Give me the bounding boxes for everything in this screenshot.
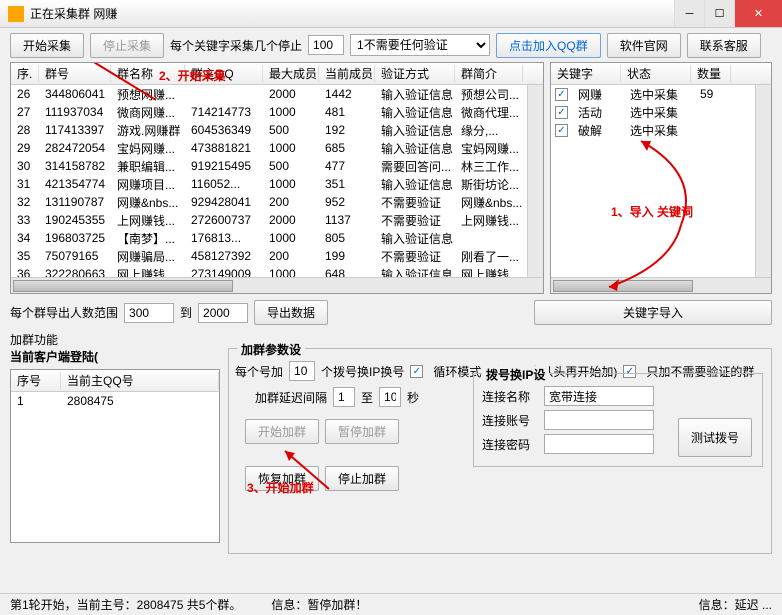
start-join-button[interactable]: 开始加群 <box>245 419 319 444</box>
ip-groupbox: 拨号换IP设 连接名称 连接账号 测试拨号 连接密码 <box>473 373 763 467</box>
keyword-import-button[interactable]: 关键字导入 <box>534 300 772 325</box>
table-row[interactable]: 26344806041预想网赚...20001442输入验证信息预想公司... <box>11 85 543 103</box>
hscrollbar-r[interactable] <box>551 277 771 293</box>
vscrollbar-r[interactable] <box>755 85 771 277</box>
pause-join-button[interactable]: 暂停加群 <box>325 419 399 444</box>
table-row[interactable]: ✓网赚选中采集59 <box>551 85 771 103</box>
table-row[interactable]: 33190245355上网赚钱...27260073720001137不需要验证… <box>11 211 543 229</box>
table-row[interactable]: 12808475 <box>11 392 219 410</box>
annotation-1: 1、导入 关键词 <box>611 203 693 220</box>
collect-count-input[interactable] <box>308 35 344 55</box>
table-row[interactable]: 29282472054宝妈网赚...4738818211000685输入验证信息… <box>11 139 543 157</box>
verify-select[interactable]: 1不需要任何验证 <box>350 34 490 56</box>
delay-to-input[interactable] <box>379 387 401 407</box>
start-collect-button[interactable]: 开始采集 <box>10 33 84 58</box>
table-row[interactable]: ✓破解选中采集 <box>551 121 771 139</box>
table-row[interactable]: 31421354774网赚项目...116052...1000351输入验证信息… <box>11 175 543 193</box>
collect-count-label: 每个关键字采集几个停止 <box>170 37 302 54</box>
status-1: 第1轮开始，当前主号：2808475 共5个群。 <box>10 596 241 613</box>
table-row[interactable]: 27111937034微商网赚...7142147731000481输入验证信息… <box>11 103 543 121</box>
each-count-input[interactable] <box>289 361 315 381</box>
table-row[interactable]: 30314158782兼职编辑...919215495500477需要回答问..… <box>11 157 543 175</box>
qq-table: 序号当前主QQ号 12808475 <box>10 369 220 543</box>
table-row[interactable]: 32131190787网赚&nbs...929428041200952不需要验证… <box>11 193 543 211</box>
export-range-label: 每个群导出人数范围 <box>10 304 118 321</box>
close-button[interactable]: ✕ <box>734 0 782 27</box>
test-dial-button[interactable]: 测试拨号 <box>678 418 752 457</box>
table-row[interactable]: 36322280663网上赚钱...2731490091000648输入验证信息… <box>11 265 543 277</box>
hscrollbar[interactable] <box>11 277 543 293</box>
join-qq-button[interactable]: 点击加入QQ群 <box>496 33 601 58</box>
table-row[interactable]: 28117413397游戏.网赚群604536349500192输入验证信息缘分… <box>11 121 543 139</box>
toolbar: 开始采集 停止采集 每个关键字采集几个停止 1不需要任何验证 点击加入QQ群 软… <box>0 28 782 62</box>
conn-account-input[interactable] <box>544 410 654 430</box>
titlebar: 正在采集群 网赚 ─ ☐ ✕ <box>0 0 782 28</box>
status-3: 信息：延迟 ... <box>699 596 772 613</box>
keyword-checkbox[interactable]: ✓ <box>555 106 568 119</box>
conn-name-input[interactable] <box>544 386 654 406</box>
export-from-input[interactable] <box>124 303 174 323</box>
keyword-checkbox[interactable]: ✓ <box>555 88 568 101</box>
table-row[interactable]: 34196803725【南梦】...176813...1000805输入验证信息 <box>11 229 543 247</box>
contact-button[interactable]: 联系客服 <box>687 33 761 58</box>
annotation-2: 2、开始采集 <box>159 67 226 84</box>
keywords-table: 关键字状态数量 ✓网赚选中采集59✓活动选中采集✓破解选中采集 1、导入 关键词 <box>550 62 772 294</box>
minimize-button[interactable]: ─ <box>674 0 704 27</box>
groups-table: 序.群号群名称群主QQ最大成员当前成员验证方式群简介 26344806041预想… <box>10 62 544 294</box>
export-to-input[interactable] <box>198 303 248 323</box>
window-title: 正在采集群 网赚 <box>30 5 674 22</box>
maximize-button[interactable]: ☐ <box>704 0 734 27</box>
login-title: 当前客户端登陆( <box>10 348 220 365</box>
addgroup-title: 加群功能 <box>10 333 58 347</box>
export-row: 每个群导出人数范围 到 导出数据 关键字导入 <box>0 294 782 331</box>
stop-join-button[interactable]: 停止加群 <box>325 466 399 491</box>
official-site-button[interactable]: 软件官网 <box>607 33 681 58</box>
keyword-checkbox[interactable]: ✓ <box>555 124 568 137</box>
app-icon <box>8 6 24 22</box>
params-groupbox: 加群参数设 每个号加 个拨号换IP换号 ✓循环模式（主号用完从头再开始加) ✓只… <box>228 348 772 554</box>
loop-checkbox[interactable]: ✓ <box>410 365 423 378</box>
table-row[interactable]: ✓活动选中采集 <box>551 103 771 121</box>
status-2: 信息：暂停加群！ <box>271 596 367 613</box>
vscrollbar[interactable] <box>527 85 543 277</box>
table-row[interactable]: 3575079165网赚骗局...458127392200199不需要验证刚看了… <box>11 247 543 265</box>
export-button[interactable]: 导出数据 <box>254 300 328 325</box>
conn-password-input[interactable] <box>544 434 654 454</box>
annotation-3: 3、开始加群 <box>247 479 314 496</box>
stop-collect-button[interactable]: 停止采集 <box>90 33 164 58</box>
statusbar: 第1轮开始，当前主号：2808475 共5个群。 信息：暂停加群！ 信息：延迟 … <box>0 593 782 615</box>
delay-from-input[interactable] <box>333 387 355 407</box>
